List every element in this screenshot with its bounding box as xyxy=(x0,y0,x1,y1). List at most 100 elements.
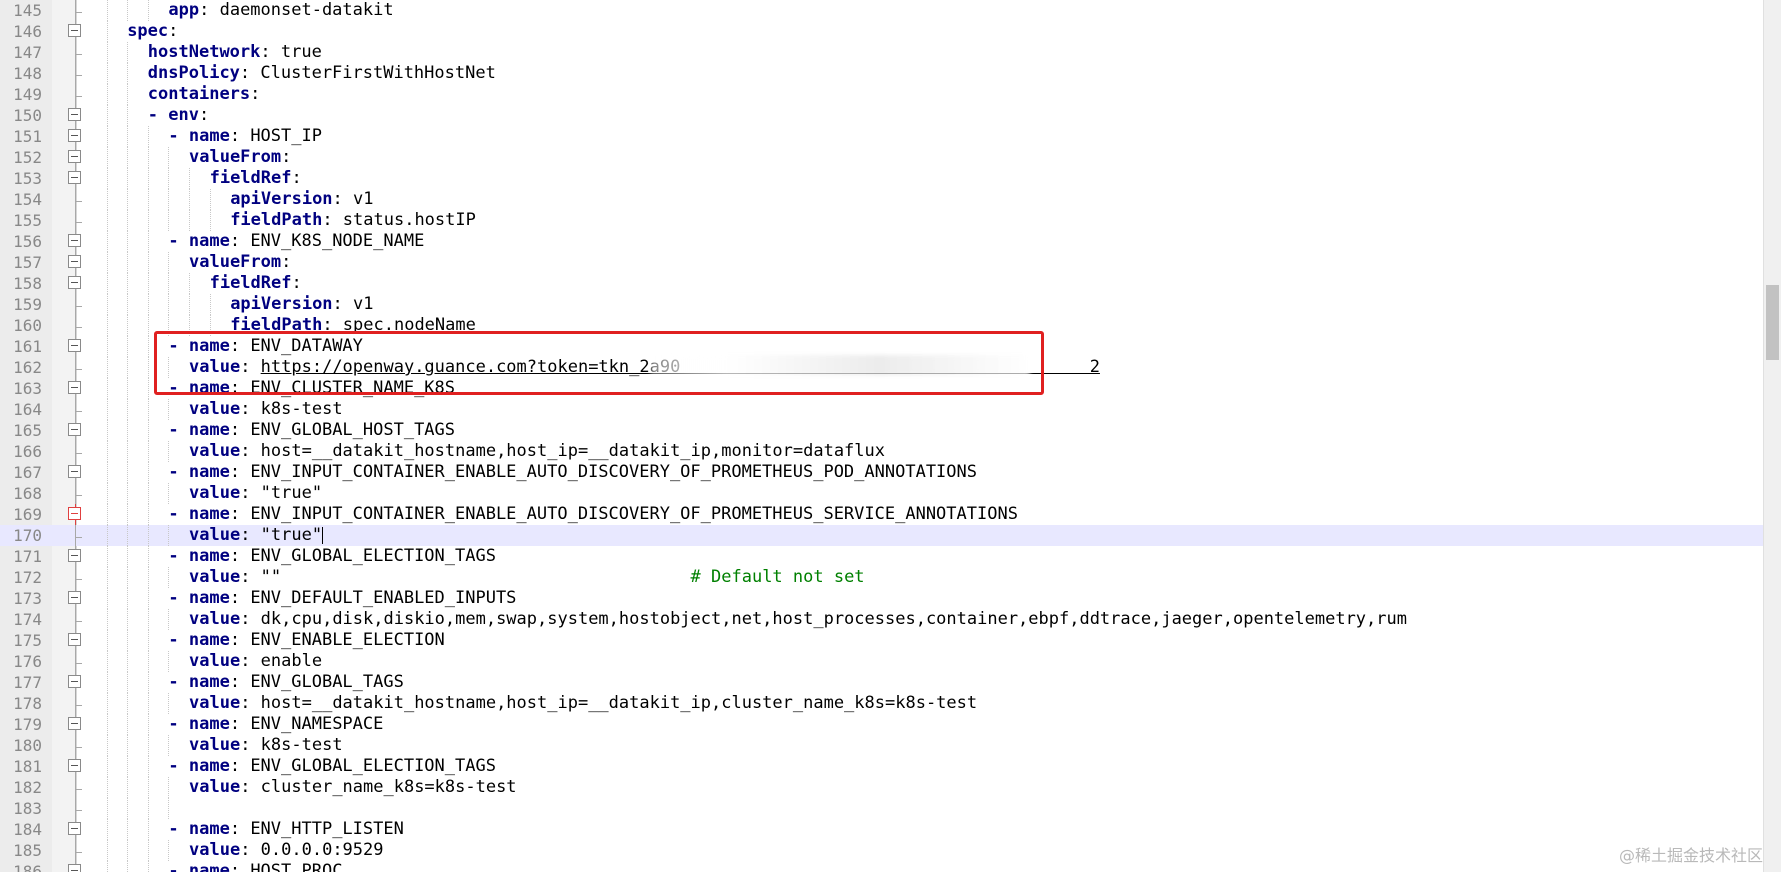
code-line[interactable]: 179 - name: ENV_NAMESPACE xyxy=(0,714,1764,735)
indent-guide xyxy=(127,861,129,872)
fold-toggle-icon[interactable] xyxy=(66,714,86,735)
indent-guide xyxy=(127,357,129,378)
code-line[interactable]: 150 - env: xyxy=(0,105,1764,126)
code-line[interactable]: 166 value: host=__datakit_hostname,host_i… xyxy=(0,441,1764,462)
scrollbar-thumb[interactable] xyxy=(1766,285,1779,360)
line-number: 149 xyxy=(13,85,42,104)
code-line[interactable]: 183 xyxy=(0,798,1764,819)
code-line[interactable]: 172 value: "" # Default not set xyxy=(0,567,1764,588)
code-line[interactable]: 151 - name: HOST_IP xyxy=(0,126,1764,147)
fold-toggle-icon[interactable] xyxy=(66,504,86,525)
fold-toggle-icon[interactable] xyxy=(66,672,86,693)
code-line[interactable]: 181 - name: ENV_GLOBAL_ELECTION_TAGS xyxy=(0,756,1764,777)
code-line[interactable]: 147 hostNetwork: true xyxy=(0,42,1764,63)
fold-toggle-icon[interactable] xyxy=(66,147,86,168)
indent-guide xyxy=(106,189,109,210)
fold-toggle-icon[interactable] xyxy=(66,546,86,567)
list-dash: - xyxy=(168,462,189,482)
indent-guide xyxy=(106,126,109,147)
code-line[interactable]: 146 spec: xyxy=(0,21,1764,42)
code-text: - name: ENV_INPUT_CONTAINER_ENABLE_AUTO_… xyxy=(168,504,1018,524)
fold-toggle-icon[interactable] xyxy=(66,252,86,273)
code-line[interactable]: 174 value: dk,cpu,disk,diskio,mem,swap,sy… xyxy=(0,609,1764,630)
code-line[interactable]: 168 value: "true" xyxy=(0,483,1764,504)
code-line[interactable]: 175 - name: ENV_ENABLE_ELECTION xyxy=(0,630,1764,651)
indent-guide xyxy=(127,336,129,357)
yaml-value: ENV_INPUT_CONTAINER_ENABLE_AUTO_DISCOVER… xyxy=(250,462,977,482)
code-line[interactable]: 153 fieldRef: xyxy=(0,168,1764,189)
fold-toggle-icon[interactable] xyxy=(66,231,86,252)
code-line[interactable]: 149 containers: xyxy=(0,84,1764,105)
indent-guide xyxy=(127,819,129,840)
line-number: 157 xyxy=(13,253,42,272)
code-line[interactable]: 165 - name: ENV_GLOBAL_HOST_TAGS xyxy=(0,420,1764,441)
indent-guide xyxy=(106,420,109,441)
indent-guide xyxy=(127,714,129,735)
indent-guide xyxy=(127,315,129,336)
vertical-scrollbar[interactable] xyxy=(1763,0,1781,872)
code-line[interactable]: 178 value: host=__datakit_hostname,host_i… xyxy=(0,693,1764,714)
indent-guide xyxy=(106,735,109,756)
code-line[interactable]: 154 apiVersion: v1 xyxy=(0,189,1764,210)
code-line[interactable]: 155 fieldPath: status.hostIP xyxy=(0,210,1764,231)
code-line[interactable]: 173 - name: ENV_DEFAULT_ENABLED_INPUTS xyxy=(0,588,1764,609)
list-dash: - xyxy=(168,546,189,566)
code-line[interactable]: 185 value: 0.0.0.0:9529 xyxy=(0,840,1764,861)
code-line[interactable]: 184 - name: ENV_HTTP_LISTEN xyxy=(0,819,1764,840)
fold-toggle-icon[interactable] xyxy=(66,819,86,840)
indent-guide xyxy=(168,609,170,630)
code-line[interactable]: 148 dnsPolicy: ClusterFirstWithHostNet xyxy=(0,63,1764,84)
code-line[interactable]: 159 apiVersion: v1 xyxy=(0,294,1764,315)
fold-line-icon xyxy=(66,609,86,630)
fold-line-icon xyxy=(66,294,86,315)
yaml-key: value xyxy=(189,693,241,713)
code-line[interactable]: 182 value: cluster_name_k8s=k8s-test xyxy=(0,777,1764,798)
yaml-key: name xyxy=(188,126,230,146)
code-line[interactable]: 156 - name: ENV_K8S_NODE_NAME xyxy=(0,231,1764,252)
indent-guide xyxy=(106,273,109,294)
fold-toggle-icon[interactable] xyxy=(66,105,86,126)
yaml-key: valueFrom xyxy=(189,252,282,272)
fold-toggle-icon[interactable] xyxy=(66,273,86,294)
fold-toggle-icon[interactable] xyxy=(66,630,86,651)
fold-toggle-icon[interactable] xyxy=(66,336,86,357)
code-line[interactable]: 170 value: "true" xyxy=(0,525,1764,546)
indent-guide xyxy=(127,273,129,294)
fold-toggle-icon[interactable] xyxy=(66,126,86,147)
indent-guide xyxy=(127,525,129,546)
code-text: - env: xyxy=(147,105,220,125)
fold-toggle-icon[interactable] xyxy=(66,588,86,609)
code-line[interactable]: 158 fieldRef: xyxy=(0,273,1764,294)
code-line[interactable]: 186 - name: HOST_PROC xyxy=(0,861,1764,872)
line-number: 167 xyxy=(13,463,42,482)
line-number: 181 xyxy=(13,757,42,776)
yaml-value: ENV_INPUT_CONTAINER_ENABLE_AUTO_DISCOVER… xyxy=(250,504,1018,524)
code-editor[interactable]: 145 app: daemonset-datakit 146 spec: 147 hos… xyxy=(0,0,1781,872)
fold-toggle-icon[interactable] xyxy=(66,861,86,872)
yaml-key: containers xyxy=(147,84,251,104)
indent-guide xyxy=(147,630,150,651)
fold-toggle-icon[interactable] xyxy=(66,168,86,189)
fold-toggle-icon[interactable] xyxy=(66,21,86,42)
fold-toggle-icon[interactable] xyxy=(66,462,86,483)
code-text: containers: xyxy=(147,84,271,104)
code-line[interactable]: 176 value: enable xyxy=(0,651,1764,672)
code-line[interactable]: 169 - name: ENV_INPUT_CONTAINER_ENABLE_AU… xyxy=(0,504,1764,525)
fold-toggle-icon[interactable] xyxy=(66,420,86,441)
code-line[interactable]: 171 - name: ENV_GLOBAL_ELECTION_TAGS xyxy=(0,546,1764,567)
code-line[interactable]: 157 valueFrom: xyxy=(0,252,1764,273)
code-line[interactable]: 167 - name: ENV_INPUT_CONTAINER_ENABLE_AU… xyxy=(0,462,1764,483)
indent-guide xyxy=(147,336,150,357)
indent-guide xyxy=(106,84,109,105)
indent-guide xyxy=(147,546,150,567)
yaml-key: value xyxy=(189,735,241,755)
code-line[interactable]: 152 valueFrom: xyxy=(0,147,1764,168)
fold-toggle-icon[interactable] xyxy=(66,756,86,777)
code-line[interactable]: 180 value: k8s-test xyxy=(0,735,1764,756)
code-line[interactable]: 177 - name: ENV_GLOBAL_TAGS xyxy=(0,672,1764,693)
fold-toggle-icon[interactable] xyxy=(66,378,86,399)
code-line[interactable]: 145 app: daemonset-datakit xyxy=(0,0,1764,21)
code-line[interactable]: 164 value: k8s-test xyxy=(0,399,1764,420)
fold-line-icon xyxy=(66,777,86,798)
code-text: - name: ENV_HTTP_LISTEN xyxy=(168,819,404,839)
